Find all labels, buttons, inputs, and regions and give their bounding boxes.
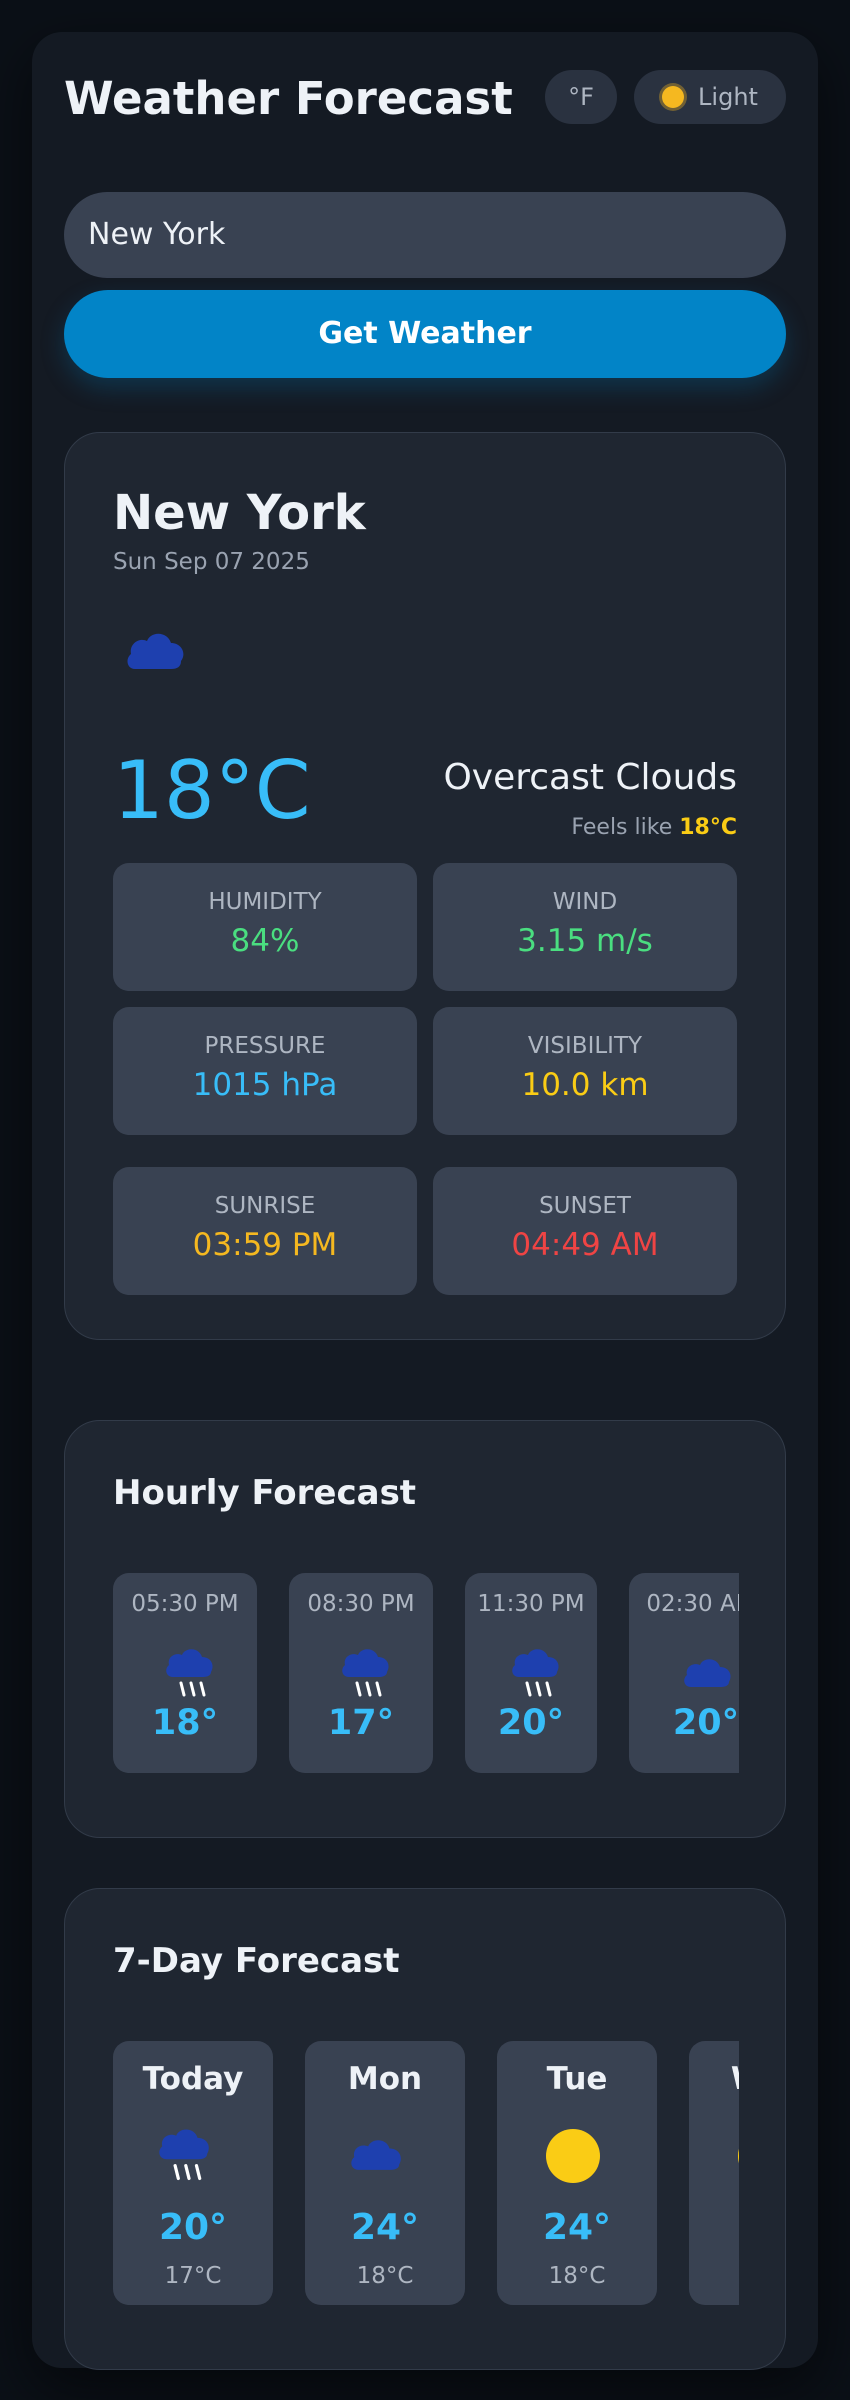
city-search-input[interactable]: New York xyxy=(64,192,786,278)
daily-day: Wed xyxy=(689,2061,739,2097)
daily-high: 24° xyxy=(350,2207,420,2248)
visibility-stat: VISIBILITY 10.0 km xyxy=(433,1007,737,1135)
daily-day: Tue xyxy=(546,2061,608,2097)
unit-toggle-button[interactable]: °F xyxy=(545,70,617,124)
get-weather-button[interactable]: Get Weather xyxy=(64,290,786,378)
section-title: Hourly Forecast xyxy=(113,1473,417,1513)
daily-high: 24° xyxy=(542,2207,612,2248)
theme-toggle-button[interactable]: Light xyxy=(634,70,786,124)
hourly-time: 05:30 PM xyxy=(131,1591,239,1617)
header: Weather Forecast °F Light xyxy=(64,66,786,125)
rain-icon xyxy=(166,1649,213,1697)
weather-description: Overcast Clouds xyxy=(443,757,737,798)
sun-icon xyxy=(662,86,685,108)
hourly-temp: 20° xyxy=(672,1703,739,1743)
stat-label: PRESSURE xyxy=(204,1033,326,1059)
sun-icon xyxy=(546,2129,600,2183)
rain-icon xyxy=(159,2129,209,2181)
daily-item: Today 20° 17°C xyxy=(113,2041,273,2305)
stat-value: 1015 hPa xyxy=(192,1067,338,1103)
section-title: 7-Day Forecast xyxy=(113,1941,400,1981)
daily-item: Wed xyxy=(689,2041,739,2305)
hourly-time: 11:30 PM xyxy=(477,1591,585,1617)
daily-low: 18°C xyxy=(548,2263,606,2289)
stat-label: WIND xyxy=(552,889,618,915)
daily-day: Mon xyxy=(347,2061,423,2097)
daily-forecast-card: 7-Day Forecast Today 20° 17°C Mon 24° 18… xyxy=(64,1888,786,2370)
stat-value: 10.0 km xyxy=(521,1067,649,1103)
hourly-item: 11:30 PM 20° xyxy=(465,1573,597,1773)
feels-like-value: 18°C xyxy=(679,815,737,840)
current-date: Sun Sep 07 2025 xyxy=(113,549,310,575)
rain-icon xyxy=(342,1649,389,1697)
current-weather-card: New York Sun Sep 07 2025 18°C Overcast C… xyxy=(64,432,786,1340)
daily-scroll[interactable]: Today 20° 17°C Mon 24° 18°C Tue 24° 18°C xyxy=(113,2041,739,2305)
cloud-icon xyxy=(351,2140,401,2170)
sunset-stat: SUNSET 04:49 AM xyxy=(433,1167,737,1295)
stat-label: SUNRISE xyxy=(214,1193,316,1219)
hourly-forecast-card: Hourly Forecast 05:30 PM 18° 08:30 PM 17… xyxy=(64,1420,786,1838)
page-title: Weather Forecast xyxy=(64,72,513,125)
daily-low: 17°C xyxy=(164,2263,222,2289)
stat-value: 03:59 PM xyxy=(192,1227,338,1263)
theme-toggle-label: Light xyxy=(698,83,758,111)
stat-value: 3.15 m/s xyxy=(517,923,653,959)
sun-icon xyxy=(738,2148,739,2164)
stat-label: SUNSET xyxy=(539,1193,631,1219)
hourly-item: 08:30 PM 17° xyxy=(289,1573,433,1773)
daily-low: 18°C xyxy=(356,2263,414,2289)
stat-label: VISIBILITY xyxy=(527,1033,643,1059)
sunrise-stat: SUNRISE 03:59 PM xyxy=(113,1167,417,1295)
daily-day: Today xyxy=(142,2061,244,2097)
hourly-time: 08:30 PM xyxy=(307,1591,415,1617)
current-temperature: 18°C xyxy=(113,744,311,837)
daily-item: Tue 24° 18°C xyxy=(497,2041,657,2305)
hourly-scroll[interactable]: 05:30 PM 18° 08:30 PM 17° 11:30 PM 20° 0… xyxy=(113,1573,739,1773)
daily-high: 20° xyxy=(158,2207,228,2248)
humidity-stat: HUMIDITY 84% xyxy=(113,863,417,991)
hourly-temp: 18° xyxy=(151,1703,219,1743)
stat-value: 84% xyxy=(230,923,300,959)
wind-stat: WIND 3.15 m/s xyxy=(433,863,737,991)
rain-icon xyxy=(512,1649,559,1697)
stat-value: 04:49 AM xyxy=(511,1227,659,1263)
feels-like-label: Feels like xyxy=(571,815,673,840)
feels-like: Feels like 18°C xyxy=(571,815,737,840)
app-container: Weather Forecast °F Light New York Get W… xyxy=(32,32,818,2370)
hourly-temp: 20° xyxy=(497,1703,565,1743)
hourly-time: 02:30 AM xyxy=(646,1591,739,1617)
city-name: New York xyxy=(113,485,366,541)
cloud-icon xyxy=(684,1659,731,1687)
stat-label: HUMIDITY xyxy=(208,889,322,915)
cloud-icon xyxy=(127,633,184,669)
daily-item: Mon 24° 18°C xyxy=(305,2041,465,2305)
pressure-stat: PRESSURE 1015 hPa xyxy=(113,1007,417,1135)
hourly-item: 02:30 AM 20° xyxy=(629,1573,739,1773)
hourly-item: 05:30 PM 18° xyxy=(113,1573,257,1773)
hourly-temp: 17° xyxy=(327,1703,395,1743)
